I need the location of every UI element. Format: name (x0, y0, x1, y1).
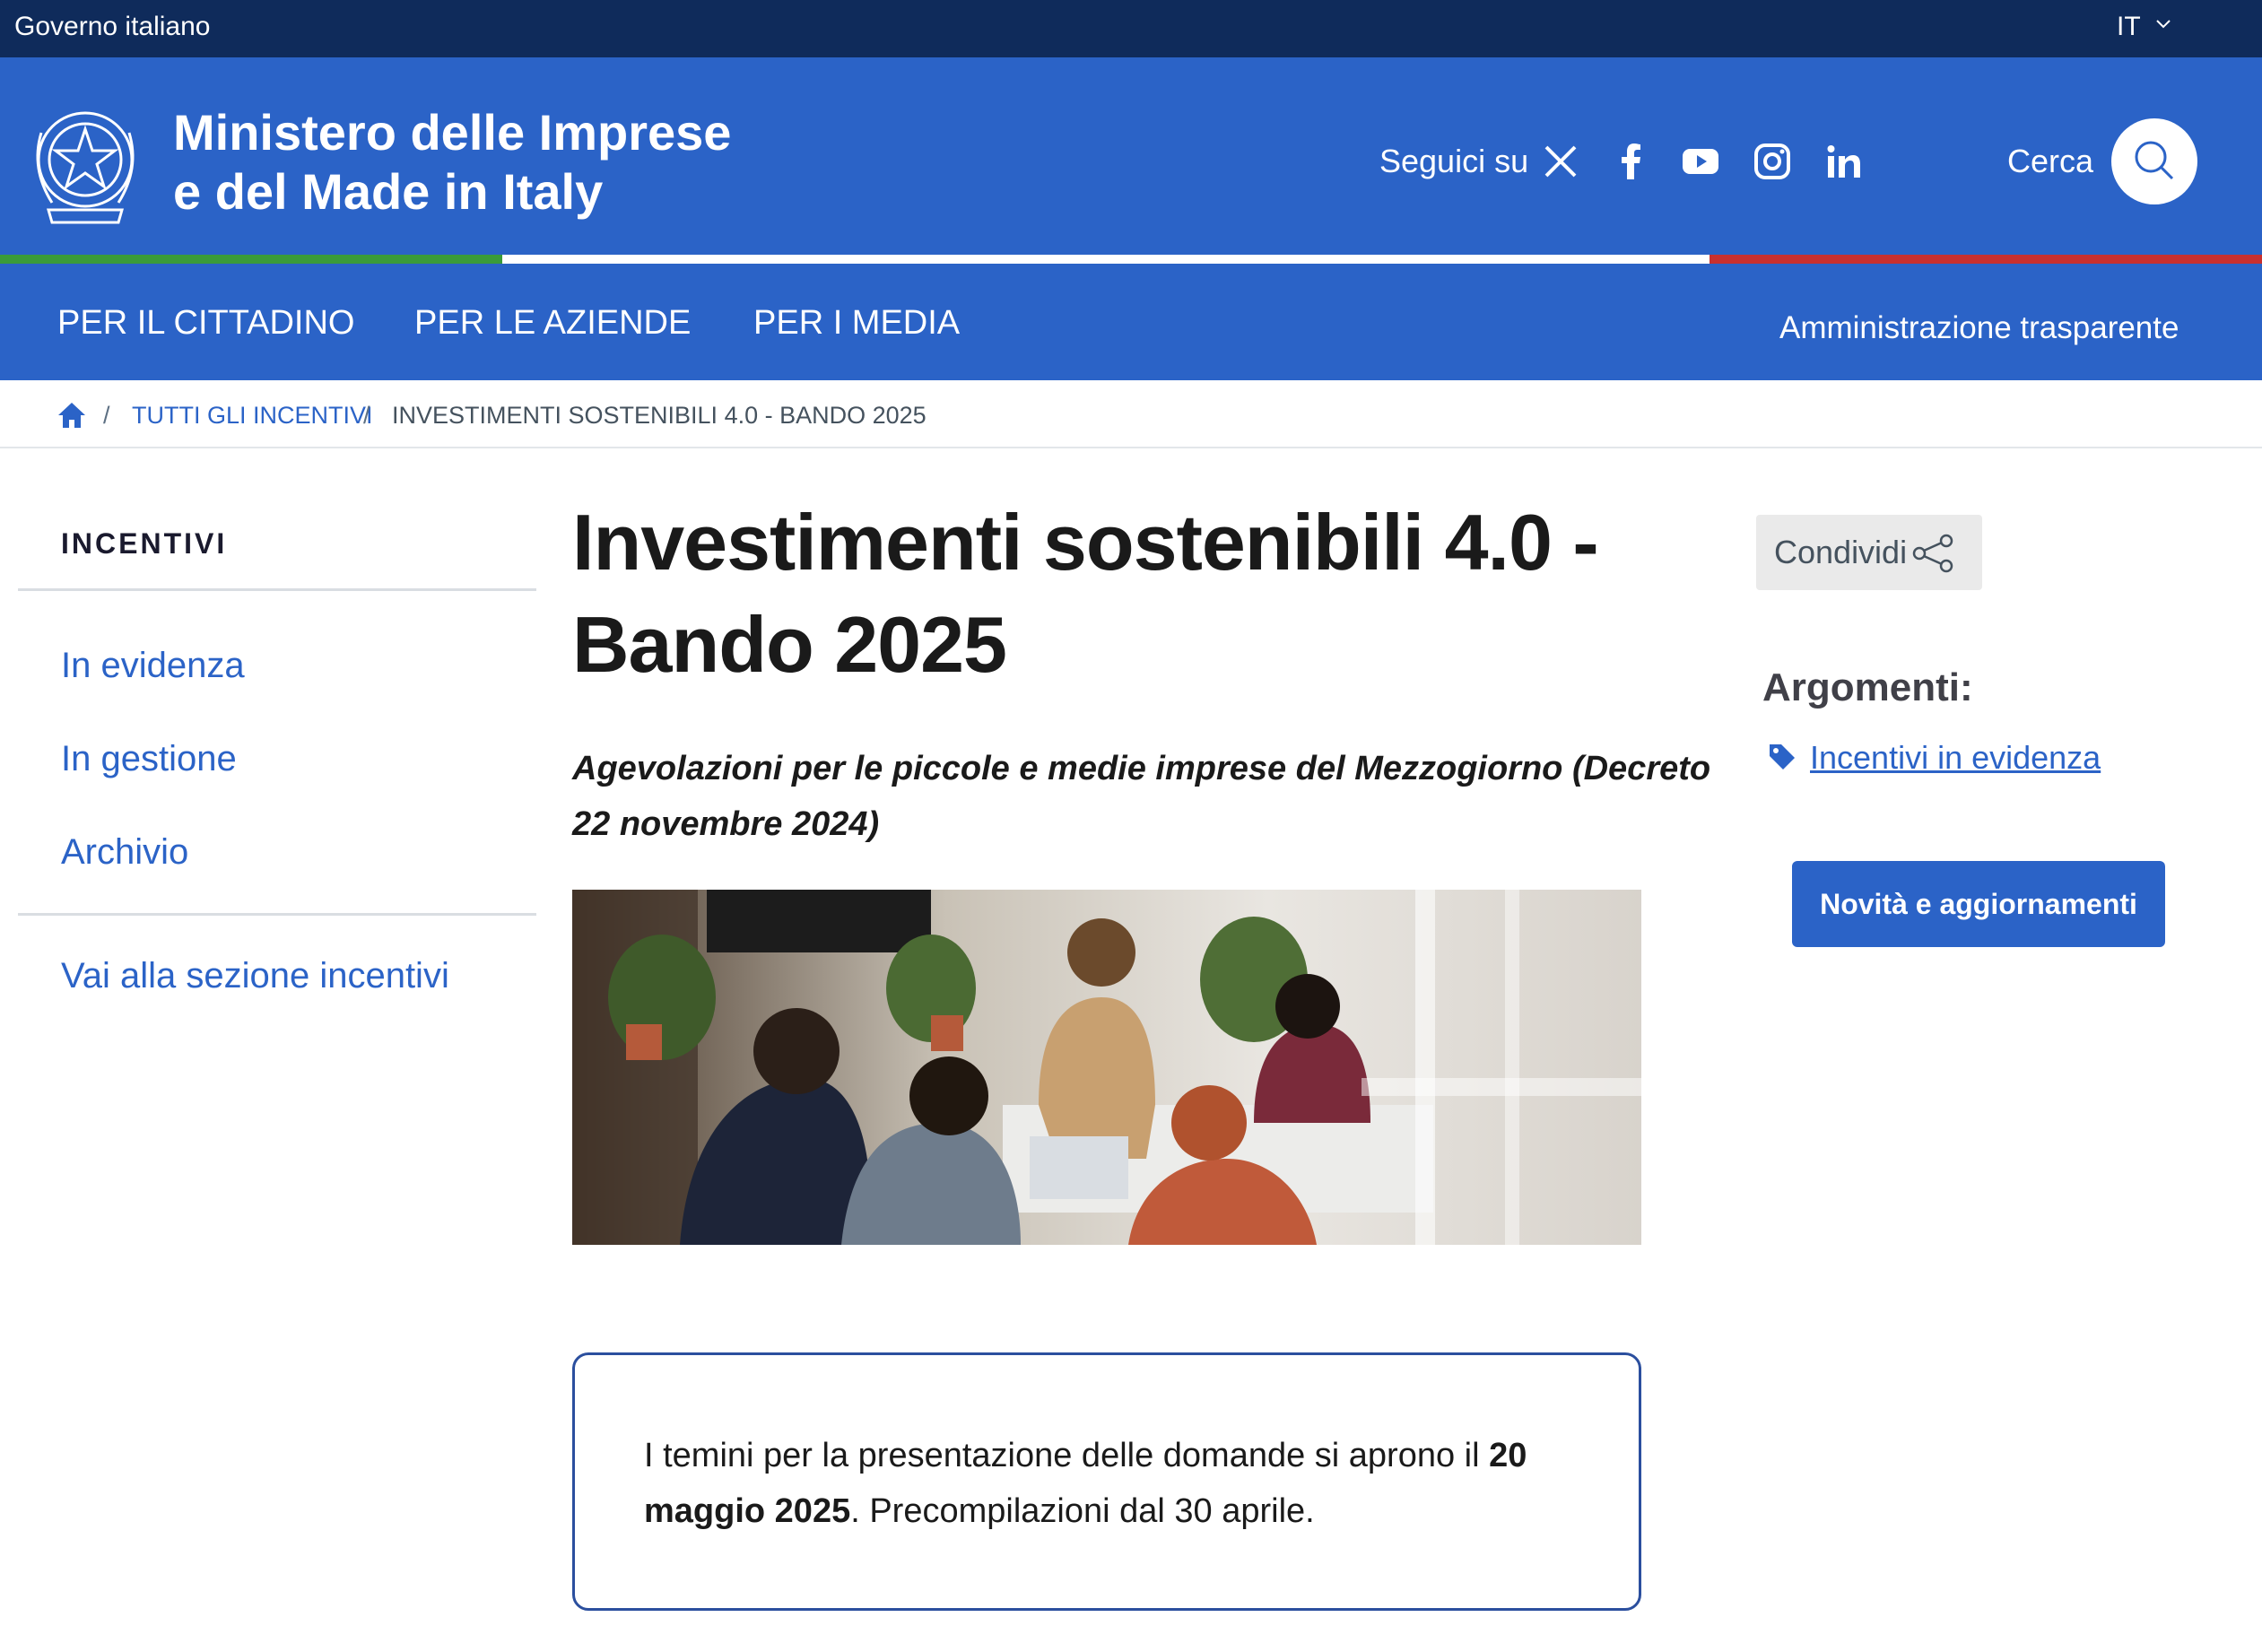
instagram-icon[interactable] (1751, 140, 1794, 183)
topic-link-incentivi-in-evidenza[interactable]: Incentivi in evidenza (1810, 734, 2101, 782)
home-icon[interactable] (56, 400, 88, 430)
page-subtitle-line2: 22 novembre 2024) (572, 805, 880, 843)
page-title-line1: Investimenti sostenibili 4.0 - (572, 498, 1599, 587)
sidebar-section-link[interactable]: Vai alla sezione incentivi (61, 951, 449, 1001)
notice-date-day: 20 (1489, 1437, 1527, 1474)
nav-amministrazione-trasparente[interactable]: Amministrazione trasparente (1779, 301, 2179, 355)
breadcrumb-item-incentivi[interactable]: TUTTI GLI INCENTIVI (132, 400, 373, 430)
nav-item-cittadino[interactable]: PER IL CITTADINO (57, 296, 354, 350)
site-title-line2[interactable]: e del Made in Italy (173, 160, 603, 224)
notice-text-line2: maggio 2025. Precompilazioni dal 30 apri… (644, 1483, 1315, 1539)
notice-text: I temini per la presentazione delle doma… (644, 1437, 1490, 1474)
emblem-logo-icon[interactable] (25, 97, 145, 228)
follow-label: Seguici su (1379, 143, 1529, 179)
news-updates-button[interactable]: Novità e aggiornamenti (1792, 861, 2165, 947)
share-icon[interactable] (1910, 533, 1957, 574)
nav-item-media[interactable]: PER I MEDIA (753, 296, 960, 350)
search-label[interactable]: Cerca (2007, 135, 2093, 188)
share-label[interactable]: Condividi (1774, 527, 1907, 578)
notice-text-line1: I temini per la presentazione delle doma… (644, 1428, 1527, 1483)
language-selector[interactable]: IT (2117, 7, 2141, 47)
sidebar-title: INCENTIVI (61, 527, 228, 560)
notice-text: . Precompilazioni dal 30 aprile. (850, 1492, 1315, 1530)
x-icon[interactable] (1539, 140, 1582, 183)
youtube-icon[interactable] (1679, 140, 1722, 183)
search-icon (2135, 141, 2174, 180)
nav-item-aziende[interactable]: PER LE AZIENDE (414, 296, 691, 350)
italian-flag-stripe (0, 255, 2262, 264)
sidebar-item-archivio[interactable]: Archivio (61, 827, 188, 877)
sidebar-item-in-gestione[interactable]: In gestione (61, 734, 237, 784)
linkedin-icon[interactable] (1823, 140, 1866, 183)
tag-icon (1770, 744, 1795, 769)
breadcrumb-item-current: INVESTIMENTI SOSTENIBILI 4.0 - BANDO 202… (392, 402, 927, 429)
government-bar (0, 0, 2262, 57)
breadcrumb-separator: / (363, 402, 370, 429)
search-button[interactable] (2111, 118, 2197, 204)
topics-title: Argomenti: (1762, 665, 1973, 709)
article-photo (572, 890, 1641, 1245)
sidebar-item-in-evidenza[interactable]: In evidenza (61, 640, 245, 691)
sidebar-divider (18, 588, 536, 591)
notice-date-month: maggio 2025 (644, 1492, 851, 1530)
governo-italiano-link[interactable]: Governo italiano (14, 7, 210, 47)
sidebar-divider (18, 913, 536, 916)
chevron-down-icon[interactable] (2153, 13, 2174, 34)
facebook-icon[interactable] (1609, 140, 1652, 183)
breadcrumb-separator: / (103, 402, 110, 429)
page-title-line2: Bando 2025 (572, 600, 1007, 689)
site-title-line1[interactable]: Ministero delle Imprese (173, 100, 731, 165)
page-subtitle-line1: Agevolazioni per le piccole e medie impr… (572, 750, 1711, 787)
